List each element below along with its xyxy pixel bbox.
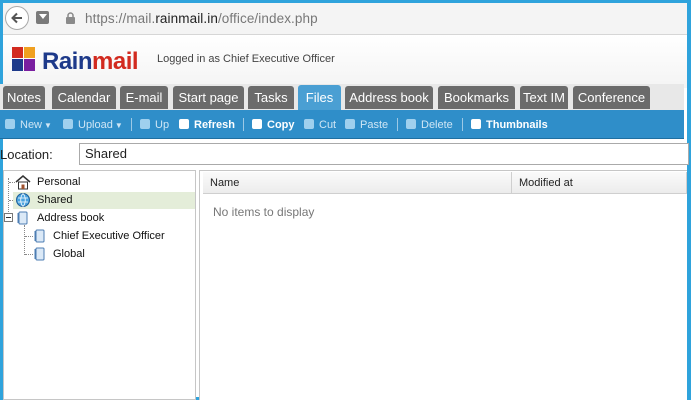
collapse-toggle-icon[interactable] bbox=[4, 213, 13, 222]
back-button[interactable] bbox=[5, 6, 29, 30]
address-bar: https://mail.rainmail.in/office/index.ph… bbox=[3, 3, 687, 35]
tree-connector bbox=[8, 178, 9, 218]
tab-calendar[interactable]: Calendar bbox=[52, 86, 116, 109]
up-label: Up bbox=[155, 119, 170, 131]
lock-icon bbox=[66, 12, 75, 24]
thumbnails-icon bbox=[471, 119, 481, 129]
logo-rain: Rain bbox=[42, 48, 93, 75]
rainmail-logo-icon bbox=[12, 47, 35, 71]
scissors-icon bbox=[304, 119, 314, 129]
thumbnails-label: Thumbnails bbox=[486, 119, 548, 131]
tab-text-im[interactable]: Text IM bbox=[520, 86, 568, 109]
url-path: /office/index.php bbox=[217, 11, 318, 26]
toolbar-separator bbox=[131, 118, 132, 131]
download-icon[interactable] bbox=[36, 11, 49, 24]
contact-book-icon bbox=[34, 229, 45, 243]
refresh-icon bbox=[179, 119, 189, 129]
tree-item-shared[interactable]: Shared bbox=[34, 192, 75, 209]
address-book-icon bbox=[17, 211, 28, 225]
tree-item-global[interactable]: Global bbox=[50, 246, 88, 263]
plus-icon bbox=[5, 119, 15, 129]
column-header-modified[interactable]: Modified at bbox=[512, 172, 687, 194]
tab-email[interactable]: E-mail bbox=[120, 86, 168, 109]
tree-item-address-book[interactable]: Address book bbox=[34, 210, 107, 227]
paste-label: Paste bbox=[360, 119, 389, 131]
contact-book-icon bbox=[34, 247, 45, 261]
clipboard-icon bbox=[345, 119, 355, 129]
toolbar-separator bbox=[243, 118, 244, 131]
tree-item-personal[interactable]: Personal bbox=[34, 174, 83, 191]
tab-tasks[interactable]: Tasks bbox=[248, 86, 294, 109]
paste-button[interactable]: Paste bbox=[345, 117, 388, 133]
dropdown-caret-icon: ▼ bbox=[114, 121, 123, 130]
upload-icon bbox=[63, 119, 73, 129]
cut-label: Cut bbox=[319, 119, 337, 131]
delete-label: Delete bbox=[421, 119, 453, 131]
location-field[interactable]: Shared bbox=[79, 143, 689, 165]
delete-icon bbox=[406, 119, 416, 129]
globe-icon bbox=[16, 193, 30, 207]
url-domain: rainmail.in bbox=[155, 11, 218, 26]
home-icon bbox=[15, 175, 31, 190]
refresh-button[interactable]: Refresh bbox=[179, 117, 235, 133]
dropdown-caret-icon: ▼ bbox=[44, 121, 52, 130]
up-button[interactable]: Up bbox=[140, 117, 169, 133]
cut-button[interactable]: Cut bbox=[304, 117, 336, 133]
toolbar-separator bbox=[397, 118, 398, 131]
empty-grid-message: No items to display bbox=[213, 205, 315, 219]
upload-label: Upload bbox=[78, 119, 113, 131]
tree-connector bbox=[24, 225, 25, 255]
new-label: New bbox=[20, 119, 43, 131]
delete-button[interactable]: Delete bbox=[406, 117, 453, 133]
logged-in-status: Logged in as Chief Executive Officer bbox=[157, 53, 335, 65]
copy-label: Copy bbox=[267, 119, 295, 131]
tab-address-book[interactable]: Address book bbox=[345, 86, 433, 109]
refresh-label: Refresh bbox=[194, 119, 235, 131]
tab-start-page[interactable]: Start page bbox=[173, 86, 244, 109]
toolbar-separator bbox=[462, 118, 463, 131]
tab-conference[interactable]: Conference bbox=[573, 86, 650, 109]
url-field[interactable]: https://mail.rainmail.in/office/index.ph… bbox=[85, 11, 318, 26]
upload-button[interactable]: Upload ▼ bbox=[63, 117, 123, 133]
up-arrow-icon bbox=[140, 119, 150, 129]
location-label: Location: bbox=[0, 147, 53, 162]
url-prefix: https://mail. bbox=[85, 11, 156, 26]
thumbnails-button[interactable]: Thumbnails bbox=[471, 117, 548, 133]
copy-icon bbox=[252, 119, 262, 129]
copy-button[interactable]: Copy bbox=[252, 117, 295, 133]
column-header-name[interactable]: Name bbox=[203, 172, 512, 194]
logo-mail: mail bbox=[92, 48, 139, 75]
tab-notes[interactable]: Notes bbox=[3, 86, 45, 109]
tab-bookmarks[interactable]: Bookmarks bbox=[438, 86, 515, 109]
tree-item-chief-executive-officer[interactable]: Chief Executive Officer bbox=[50, 228, 168, 245]
app-logo: Rainmail bbox=[42, 48, 139, 76]
new-button[interactable]: New ▼ bbox=[5, 117, 52, 133]
tab-files[interactable]: Files bbox=[298, 85, 341, 110]
back-arrow-icon bbox=[11, 12, 22, 24]
